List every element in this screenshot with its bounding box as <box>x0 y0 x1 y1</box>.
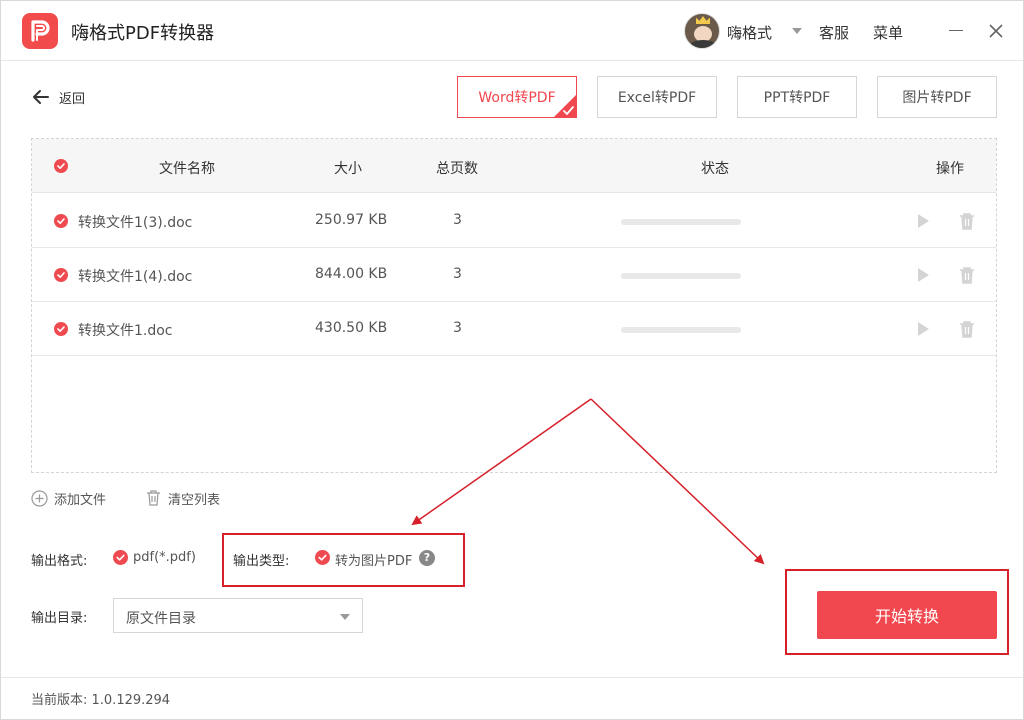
table-row: 转换文件1(4).doc 844.00 KB 3 <box>32 248 996 302</box>
column-header-size: 大小 <box>334 161 362 177</box>
file-size: 430.50 KB <box>315 320 388 336</box>
avatar[interactable] <box>684 13 720 49</box>
select-all-checkbox[interactable] <box>54 159 68 173</box>
page-count: 3 <box>453 320 462 336</box>
row-checkbox[interactable] <box>54 322 68 336</box>
format-value[interactable]: pdf(*.pdf) <box>133 550 196 565</box>
minimize-icon[interactable] <box>949 30 963 31</box>
column-header-name: 文件名称 <box>159 161 215 177</box>
add-files-button[interactable]: 添加文件 <box>31 489 107 508</box>
tab-ppt-to-pdf[interactable]: PPT转PDF <box>737 76 857 118</box>
row-checkbox[interactable] <box>54 268 68 282</box>
close-icon[interactable] <box>986 21 1006 41</box>
table-row: 转换文件1.doc 430.50 KB 3 <box>32 302 996 356</box>
trash-icon[interactable] <box>958 319 976 339</box>
trash-icon[interactable] <box>958 211 976 231</box>
app-title: 嗨格式PDF转换器 <box>71 23 215 44</box>
file-size: 844.00 KB <box>315 266 388 282</box>
status-bar: 当前版本: 1.0.129.294 <box>1 677 1023 719</box>
table-row: 转换文件1(3).doc 250.97 KB 3 <box>32 194 996 248</box>
file-table: 文件名称 大小 总页数 状态 操作 转换文件1(3).doc 250.97 KB… <box>31 138 997 473</box>
tab-word-to-pdf[interactable]: Word转PDF <box>457 76 577 118</box>
file-size: 250.97 KB <box>315 212 388 228</box>
back-label: 返回 <box>59 91 86 107</box>
back-button[interactable]: 返回 <box>31 87 85 107</box>
title-bar: 嗨格式PDF转换器 嗨格式 客服 菜单 <box>1 1 1023 61</box>
file-name: 转换文件1.doc <box>78 323 173 339</box>
play-icon[interactable] <box>914 266 932 284</box>
tab-label: Word转PDF <box>478 90 556 106</box>
version-label: 当前版本: 1.0.129.294 <box>31 693 171 708</box>
trash-icon[interactable] <box>958 265 976 285</box>
file-name: 转换文件1(4).doc <box>78 269 193 285</box>
tab-excel-to-pdf[interactable]: Excel转PDF <box>597 76 717 118</box>
column-header-pages: 总页数 <box>436 161 478 177</box>
file-name: 转换文件1(3).doc <box>78 215 193 231</box>
progress-bar <box>621 327 741 333</box>
output-dir-label: 输出目录: <box>31 611 88 626</box>
trash-outline-icon <box>147 490 160 506</box>
progress-bar <box>621 219 741 225</box>
play-icon[interactable] <box>914 320 932 338</box>
tab-label: PPT转PDF <box>763 90 831 106</box>
row-checkbox[interactable] <box>54 214 68 228</box>
play-icon[interactable] <box>914 212 932 230</box>
annotation-box-start-button <box>785 569 1009 655</box>
menu-button[interactable]: 菜单 <box>873 22 903 43</box>
column-header-actions: 操作 <box>936 161 964 177</box>
clear-list-button[interactable]: 清空列表 <box>145 489 221 508</box>
app-window: 嗨格式PDF转换器 嗨格式 客服 菜单 返回 Word转PDF Excel转PD… <box>0 0 1024 720</box>
service-button[interactable]: 客服 <box>819 22 849 43</box>
username[interactable]: 嗨格式 <box>727 22 772 43</box>
table-header: 文件名称 大小 总页数 状态 操作 <box>32 139 996 193</box>
crown-icon <box>696 16 710 24</box>
clear-list-label: 清空列表 <box>168 492 221 508</box>
chevron-down-icon <box>340 614 350 620</box>
format-radio[interactable] <box>113 550 128 565</box>
selected-corner-check-icon <box>553 94 577 118</box>
add-files-label: 添加文件 <box>54 492 107 508</box>
chevron-down-icon[interactable] <box>792 28 802 34</box>
plus-circle-icon <box>31 489 48 507</box>
annotation-box-output-type <box>222 533 465 587</box>
output-dir-select[interactable]: 原文件目录 <box>113 598 363 633</box>
app-logo-icon <box>22 13 58 49</box>
tab-label: 图片转PDF <box>902 90 972 106</box>
tab-image-to-pdf[interactable]: 图片转PDF <box>877 76 997 118</box>
arrow-left-icon <box>33 90 49 104</box>
page-count: 3 <box>453 212 462 228</box>
tab-label: Excel转PDF <box>617 90 697 106</box>
column-header-status: 状态 <box>701 161 729 177</box>
page-count: 3 <box>453 266 462 282</box>
output-format-label: 输出格式: <box>31 554 88 569</box>
progress-bar <box>621 273 741 279</box>
output-dir-value: 原文件目录 <box>126 611 196 627</box>
